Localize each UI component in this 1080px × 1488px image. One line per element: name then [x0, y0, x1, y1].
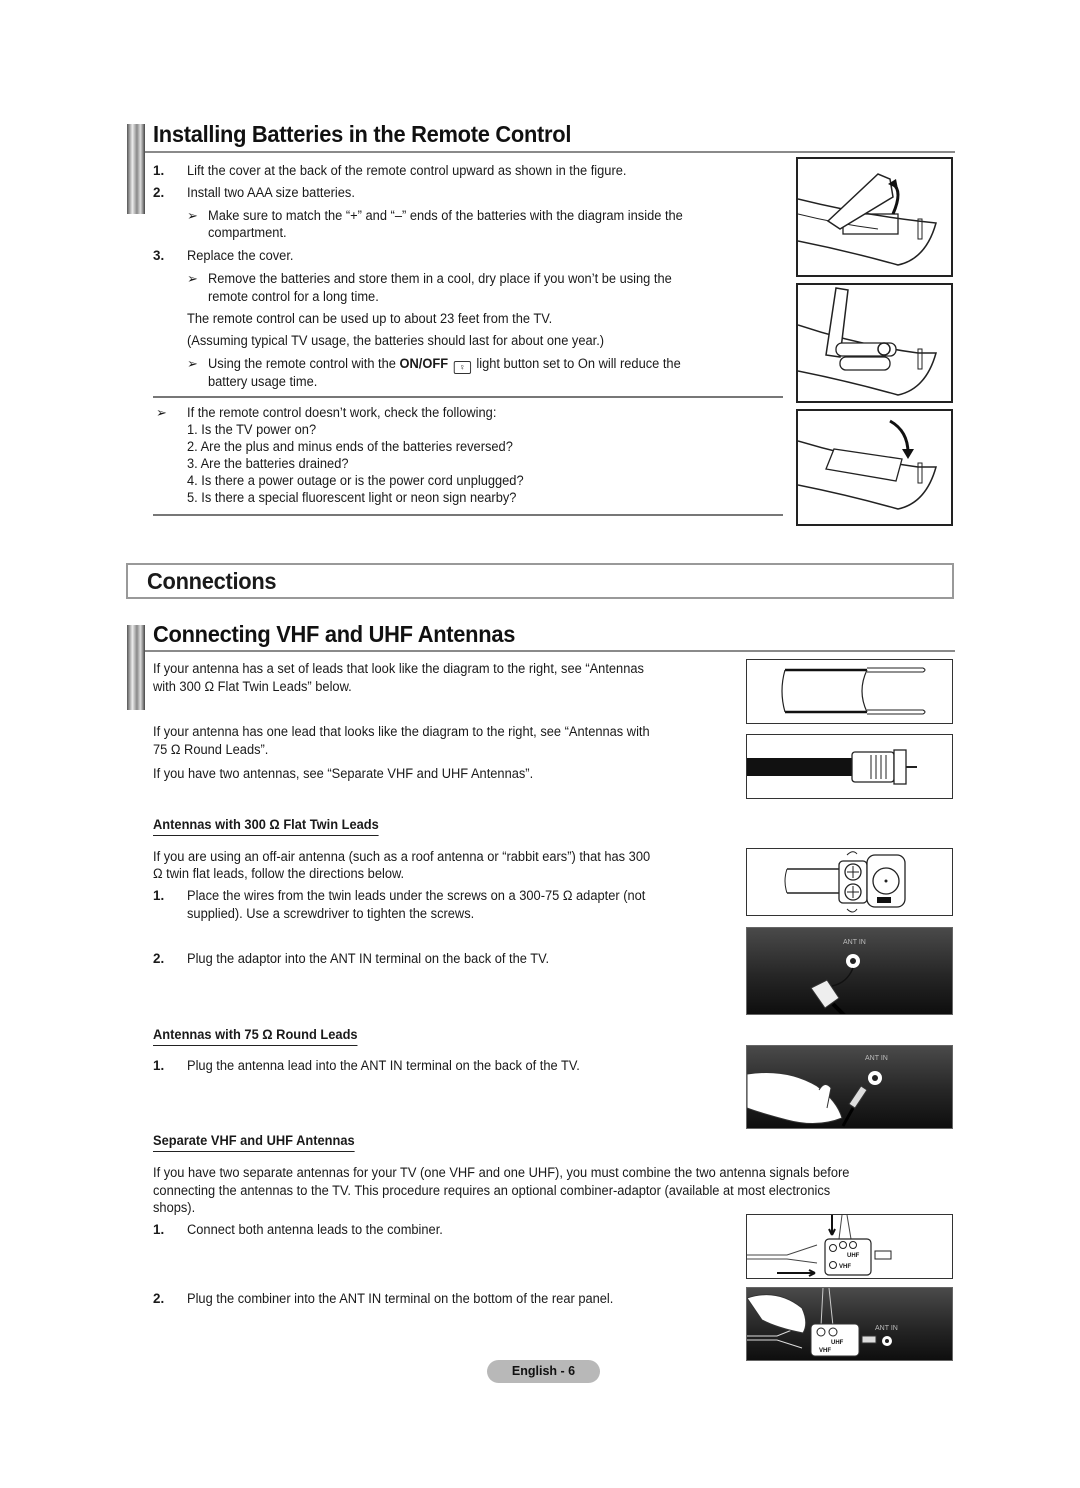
- remote-cover-open-figure: [796, 157, 953, 277]
- troubleshoot-item: 4. Is there a power outage or is the pow…: [187, 473, 524, 488]
- remote-cover-closing-figure: [796, 409, 953, 526]
- divider: [153, 514, 783, 516]
- subheading-round-leads: Antennas with 75 Ω Round Leads: [153, 1026, 358, 1046]
- subheading-separate: Separate VHF and UHF Antennas: [153, 1132, 355, 1152]
- separate-desc: If you have two separate antennas for yo…: [153, 1165, 850, 1180]
- round-lead-figure: [746, 734, 953, 799]
- intro-text: If your antenna has a set of leads that …: [153, 661, 644, 676]
- intro-text: 75 Ω Round Leads”.: [153, 742, 269, 757]
- heading-rule: [145, 650, 955, 652]
- intro-text: If you have two antennas, see “Separate …: [153, 766, 534, 781]
- adapter-screws-figure: [746, 848, 953, 916]
- uhf-label: UHF: [847, 1253, 860, 1259]
- step-text: Replace the cover.: [187, 248, 294, 263]
- note-arrow-icon: ➢: [187, 271, 198, 286]
- ant-in-label: ANT IN: [875, 1325, 898, 1332]
- note-light-text: Using the remote control with the ON/OFF…: [208, 355, 681, 374]
- battery-life-text: (Assuming typical TV usage, the batterie…: [187, 333, 605, 348]
- note-light-before: Using the remote control with the: [208, 356, 396, 371]
- troubleshoot-item: 3. Are the batteries drained?: [187, 456, 349, 471]
- note-arrow-icon: ➢: [156, 405, 167, 420]
- troubleshoot-item: 2. Are the plus and minus ends of the ba…: [187, 439, 513, 454]
- section-title-batteries: Installing Batteries in the Remote Contr…: [153, 121, 572, 147]
- heading-rule: [145, 151, 955, 153]
- intro-text: with 300 Ω Flat Twin Leads” below.: [153, 679, 352, 694]
- step-number: 2.: [153, 1291, 165, 1306]
- separate-desc: shops).: [153, 1200, 196, 1215]
- section-heading-bar: [127, 625, 145, 710]
- combiner-figure: UHF VHF: [746, 1214, 953, 1279]
- adapter-ant-in-figure: ANT IN: [746, 927, 953, 1015]
- note-text: Remove the batteries and store them in a…: [208, 271, 672, 286]
- intro-text: If your antenna has one lead that looks …: [153, 724, 650, 739]
- step-number: 2.: [153, 951, 165, 966]
- note-light-after: light button set to On will reduce the: [476, 356, 681, 371]
- troubleshoot-item: 1. Is the TV power on?: [187, 422, 317, 437]
- step-text: Connect both antenna leads to the combin…: [187, 1222, 443, 1237]
- step-text: supplied). Use a screwdriver to tighten …: [187, 906, 475, 921]
- step-text: Plug the antenna lead into the ANT IN te…: [187, 1058, 580, 1073]
- section-title-antennas: Connecting VHF and UHF Antennas: [153, 621, 516, 647]
- section-heading-bar: [127, 124, 145, 214]
- remote-batteries-inserted-figure: [796, 283, 953, 403]
- round-lead-ant-in-figure: ANT IN: [746, 1045, 953, 1129]
- combiner-ant-in-figure: UHF VHF ANT IN: [746, 1287, 953, 1361]
- step-text: Install two AAA size batteries.: [187, 185, 355, 200]
- step-text: Plug the adaptor into the ANT IN termina…: [187, 951, 550, 966]
- range-text: The remote control can be used up to abo…: [187, 311, 553, 326]
- step-number: 1.: [153, 888, 165, 903]
- note-arrow-icon: ➢: [187, 356, 198, 371]
- step-number: 1.: [153, 1222, 165, 1237]
- light-bulb-icon: ♀: [453, 361, 471, 374]
- step-text: Place the wires from the twin leads unde…: [187, 888, 646, 903]
- connections-title: Connections: [147, 568, 277, 594]
- step-number: 1.: [153, 1058, 165, 1073]
- separate-desc: connecting the antennas to the TV. This …: [153, 1183, 831, 1198]
- step-number: 1.: [153, 163, 165, 178]
- note-text: battery usage time.: [208, 374, 318, 389]
- step-text: Plug the combiner into the ANT IN termin…: [187, 1291, 614, 1306]
- divider: [153, 396, 783, 398]
- note-arrow-icon: ➢: [187, 208, 198, 223]
- vhf-label: VHF: [819, 1348, 831, 1354]
- note-text: Make sure to match the “+” and “–” ends …: [208, 208, 683, 223]
- troubleshoot-intro: If the remote control doesn’t work, chec…: [187, 405, 497, 420]
- uhf-label: UHF: [831, 1340, 844, 1346]
- troubleshoot-item: 5. Is there a special fluorescent light …: [187, 490, 517, 505]
- on-off-label: ON/OFF: [399, 356, 449, 371]
- ant-in-label: ANT IN: [843, 939, 866, 946]
- flat-twin-lead-figure: [746, 659, 953, 724]
- page-number-badge: English - 6: [487, 1360, 600, 1383]
- flat-twin-desc: Ω twin flat leads, follow the directions…: [153, 866, 405, 881]
- step-number: 3.: [153, 248, 165, 263]
- subheading-flat-twin: Antennas with 300 Ω Flat Twin Leads: [153, 816, 379, 836]
- flat-twin-desc: If you are using an off-air antenna (suc…: [153, 849, 651, 864]
- vhf-label: VHF: [839, 1264, 851, 1270]
- ant-in-label: ANT IN: [865, 1055, 888, 1062]
- note-text: compartment.: [208, 225, 287, 240]
- note-text: remote control for a long time.: [208, 289, 379, 304]
- step-text: Lift the cover at the back of the remote…: [187, 163, 627, 178]
- step-number: 2.: [153, 185, 165, 200]
